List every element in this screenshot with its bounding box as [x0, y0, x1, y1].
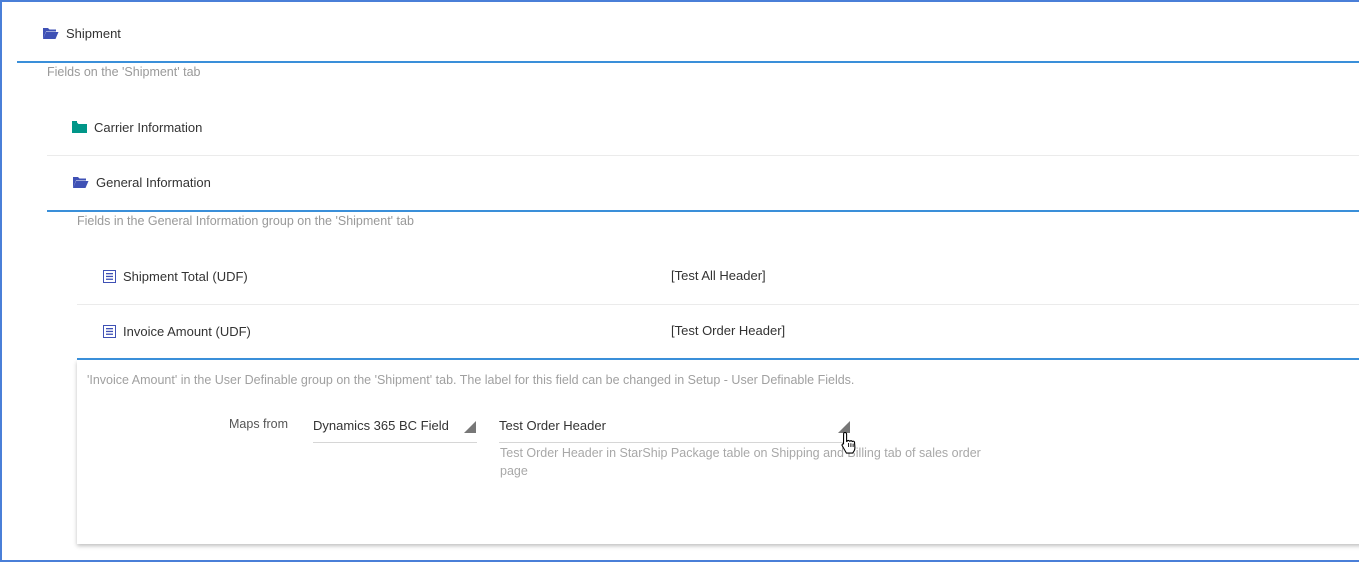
source-field-value: Test Order Header [499, 418, 606, 433]
field-label: Invoice Amount (UDF) [123, 323, 251, 339]
tab-description: Fields on the 'Shipment' tab [47, 65, 201, 79]
source-field-help-line: page [500, 464, 528, 478]
source-field-select[interactable]: Test Order Header [499, 418, 852, 443]
tree-node-label: Shipment [66, 25, 121, 41]
divider [47, 155, 1359, 156]
divider [77, 358, 1359, 360]
tree-node-shipment[interactable]: Shipment [42, 24, 121, 42]
source-field-help-line: Test Order Header in StarShip Package ta… [500, 446, 981, 460]
hand-cursor-icon [840, 431, 858, 458]
tree-node-label: General Information [96, 174, 211, 190]
tree-node-carrier-information[interactable]: Carrier Information [72, 118, 202, 136]
source-type-value: Dynamics 365 BC Field [313, 418, 449, 433]
dropdown-arrow-icon [464, 421, 476, 433]
folder-icon [72, 121, 87, 133]
source-type-select[interactable]: Dynamics 365 BC Field [313, 418, 477, 443]
field-row-shipment-total[interactable]: Shipment Total (UDF) [103, 267, 248, 285]
field-value: [Test Order Header] [671, 323, 786, 338]
field-value: [Test All Header] [671, 268, 766, 283]
group-description: Fields in the General Information group … [77, 214, 414, 228]
folder-open-icon [72, 176, 89, 189]
folder-open-icon [42, 27, 59, 40]
list-icon [103, 269, 116, 283]
field-detail-description: 'Invoice Amount' in the User Definable g… [87, 373, 855, 387]
list-icon [103, 324, 116, 338]
maps-from-label: Maps from [229, 417, 289, 431]
divider [17, 61, 1359, 63]
divider [47, 210, 1359, 212]
divider [77, 304, 1359, 305]
tree-node-general-information[interactable]: General Information [72, 173, 211, 191]
field-label: Shipment Total (UDF) [123, 268, 248, 284]
source-field-help: Test Order Header in StarShip Package ta… [500, 444, 1010, 480]
field-row-invoice-amount[interactable]: Invoice Amount (UDF) [103, 322, 251, 340]
tree-node-label: Carrier Information [94, 119, 203, 135]
